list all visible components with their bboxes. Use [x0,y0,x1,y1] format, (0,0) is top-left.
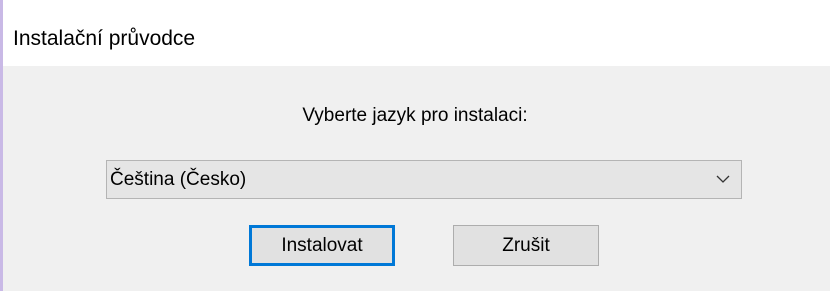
title-bar: Instalační průvodce [0,0,830,66]
install-button[interactable]: Instalovat [249,225,395,266]
install-button-label: Instalovat [281,234,363,256]
language-select-value: Čeština (Česko) [110,169,247,190]
window-title: Instalační průvodce [13,27,196,50]
cancel-button[interactable]: Zrušit [453,225,599,266]
window-left-edge [0,0,3,291]
language-select[interactable]: Čeština (Česko) [106,160,742,199]
cancel-button-label: Zrušit [502,234,550,256]
language-prompt: Vyberte jazyk pro instalaci: [302,105,528,126]
installer-dialog: Instalační průvodce Vyberte jazyk pro in… [0,0,830,291]
chevron-down-icon [716,175,730,183]
